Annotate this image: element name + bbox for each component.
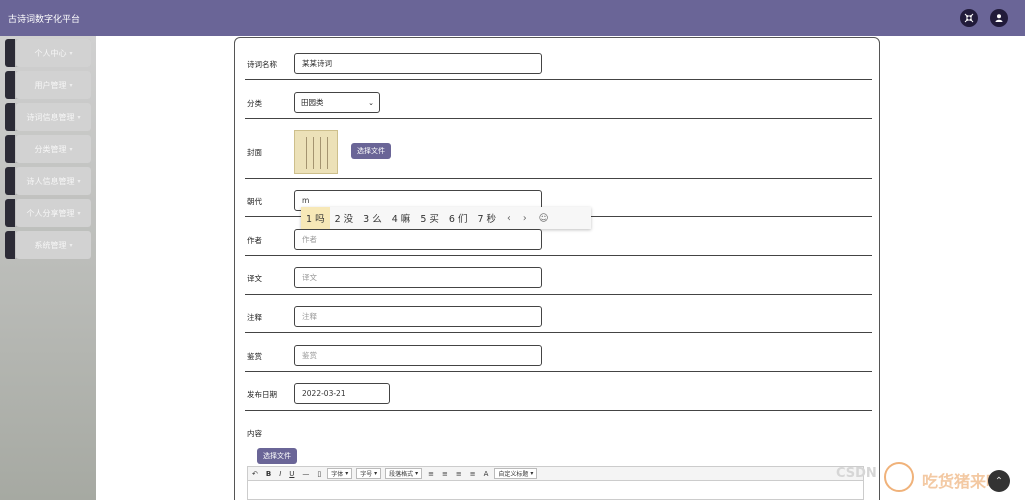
sidebar-item-label: 用户管理 <box>34 80 67 90</box>
author-label: 作者 <box>247 236 262 245</box>
sidebar-item-share-management[interactable]: 个人分享管理 ▾ <box>5 199 91 227</box>
title-label: 诗词名称 <box>247 60 277 69</box>
caret-down-icon: ▾ <box>69 81 73 89</box>
choose-file-button[interactable]: 选择文件 <box>351 143 391 159</box>
notes-input[interactable]: 注释 <box>294 306 542 327</box>
horizontal-rule-icon[interactable]: — <box>298 470 313 478</box>
bold-button[interactable]: B <box>262 470 275 478</box>
content-label: 内容 <box>247 429 262 438</box>
caret-down-icon: ▾ <box>69 49 73 57</box>
ime-candidate[interactable]: 1 吗 <box>301 207 330 229</box>
divider <box>245 294 872 295</box>
caret-down-icon: ▾ <box>77 177 81 185</box>
cover-image <box>294 130 338 174</box>
sidebar-item-poet-management[interactable]: 诗人信息管理 ▾ <box>5 167 91 195</box>
divider <box>245 178 872 179</box>
top-bar: 古诗词数字化平台 <box>0 0 1025 36</box>
watermark-logo <box>884 462 914 492</box>
align-center-icon[interactable]: ≡ <box>438 470 452 478</box>
notes-label: 注释 <box>247 313 262 322</box>
author-input[interactable]: 作者 <box>294 229 542 250</box>
smiley-icon[interactable]: ☺ <box>533 213 555 224</box>
title-input[interactable]: 某某诗词 <box>294 53 542 74</box>
sidebar-item-category-management[interactable]: 分类管理 ▾ <box>5 135 91 163</box>
ime-candidate-bar: 1 吗 2 没 3 么 4 嘛 5 买 6 们 7 秒 ‹ › ☺ <box>301 207 591 229</box>
font-color-button[interactable]: A <box>480 470 493 478</box>
ime-candidate[interactable]: 4 嘛 <box>387 207 416 229</box>
cover-label: 封面 <box>247 148 262 157</box>
clear-format-icon[interactable]: ▯ <box>313 470 325 478</box>
user-icon[interactable] <box>990 9 1008 27</box>
undo-icon[interactable]: ↶ <box>248 470 262 478</box>
paragraph-select[interactable]: 段落格式 ▾ <box>385 468 423 479</box>
chevron-down-icon: ⌄ <box>368 99 374 107</box>
caret-down-icon: ▾ <box>77 209 81 217</box>
divider <box>245 410 872 411</box>
caret-down-icon: ▾ <box>69 145 73 153</box>
sidebar-item-label: 个人分享管理 <box>26 208 75 218</box>
align-justify-icon[interactable]: ≡ <box>466 470 480 478</box>
chevron-right-icon[interactable]: › <box>517 213 533 224</box>
dynasty-label: 朝代 <box>247 197 262 206</box>
sidebar-item-label: 个人中心 <box>34 48 67 58</box>
category-label: 分类 <box>247 99 262 108</box>
editor-toolbar: ↶ B I U — ▯ 字体 ▾ 字号 ▾ 段落格式 ▾ ≡ ≡ ≡ ≡ A 自… <box>247 466 864 481</box>
custom-title-label: 自定义标题 <box>498 471 529 478</box>
ime-candidate[interactable]: 5 买 <box>415 207 444 229</box>
scroll-top-icon[interactable]: ⌃ <box>988 470 1010 492</box>
divider <box>245 332 872 333</box>
sidebar-item-user-management[interactable]: 用户管理 ▾ <box>5 71 91 99</box>
sidebar: 个人中心 ▾ 用户管理 ▾ 诗词信息管理 ▾ 分类管理 ▾ 诗人信息管理 ▾ 个人分享管理… <box>0 36 96 500</box>
ime-candidate[interactable]: 7 秒 <box>472 207 501 229</box>
align-left-icon[interactable]: ≡ <box>424 470 438 478</box>
font-size-select[interactable]: 字号 ▾ <box>356 468 382 479</box>
font-family-select[interactable]: 字体 ▾ <box>327 468 353 479</box>
content-choose-file-button[interactable]: 选择文件 <box>257 448 297 464</box>
sidebar-item-label: 分类管理 <box>34 144 67 154</box>
divider <box>245 255 872 256</box>
publish-date-input[interactable]: 2022-03-21 <box>294 383 390 404</box>
sidebar-item-poem-management[interactable]: 诗词信息管理 ▾ <box>5 103 91 131</box>
translation-label: 译文 <box>247 274 262 283</box>
align-right-icon[interactable]: ≡ <box>452 470 466 478</box>
divider <box>245 79 872 80</box>
paragraph-label: 段落格式 <box>389 471 414 478</box>
sidebar-item-label: 诗词信息管理 <box>26 112 75 122</box>
csdn-watermark: CSDN <box>836 466 877 481</box>
publish-date-label: 发布日期 <box>247 390 277 399</box>
caret-down-icon: ▾ <box>77 113 81 121</box>
sidebar-item-label: 系统管理 <box>34 240 67 250</box>
category-selected-value: 田园类 <box>301 98 324 107</box>
app-title: 古诗词数字化平台 <box>8 15 81 25</box>
custom-title-select[interactable]: 自定义标题 ▾ <box>494 468 538 479</box>
font-family-label: 字体 <box>331 471 344 478</box>
appreciation-label: 鉴赏 <box>247 352 262 361</box>
category-select[interactable]: 田园类 ⌄ <box>294 92 380 113</box>
font-size-label: 字号 <box>360 471 373 478</box>
shrink-arrows-icon[interactable] <box>960 9 978 27</box>
ime-candidate[interactable]: 3 么 <box>358 207 387 229</box>
translation-input[interactable]: 译文 <box>294 267 542 288</box>
sidebar-item-personal-center[interactable]: 个人中心 ▾ <box>5 39 91 67</box>
divider <box>245 371 872 372</box>
chevron-left-icon[interactable]: ‹ <box>501 213 517 224</box>
sidebar-item-system-management[interactable]: 系统管理 ▾ <box>5 231 91 259</box>
content-editor[interactable] <box>247 481 864 500</box>
ime-candidate[interactable]: 6 们 <box>444 207 473 229</box>
sidebar-item-label: 诗人信息管理 <box>26 176 75 186</box>
calligraphy-thumbnail <box>303 137 331 169</box>
caret-down-icon: ▾ <box>69 241 73 249</box>
italic-button[interactable]: I <box>275 470 285 478</box>
underline-button[interactable]: U <box>285 470 298 478</box>
appreciation-input[interactable]: 鉴赏 <box>294 345 542 366</box>
divider <box>245 118 872 119</box>
ime-candidate[interactable]: 2 没 <box>330 207 359 229</box>
